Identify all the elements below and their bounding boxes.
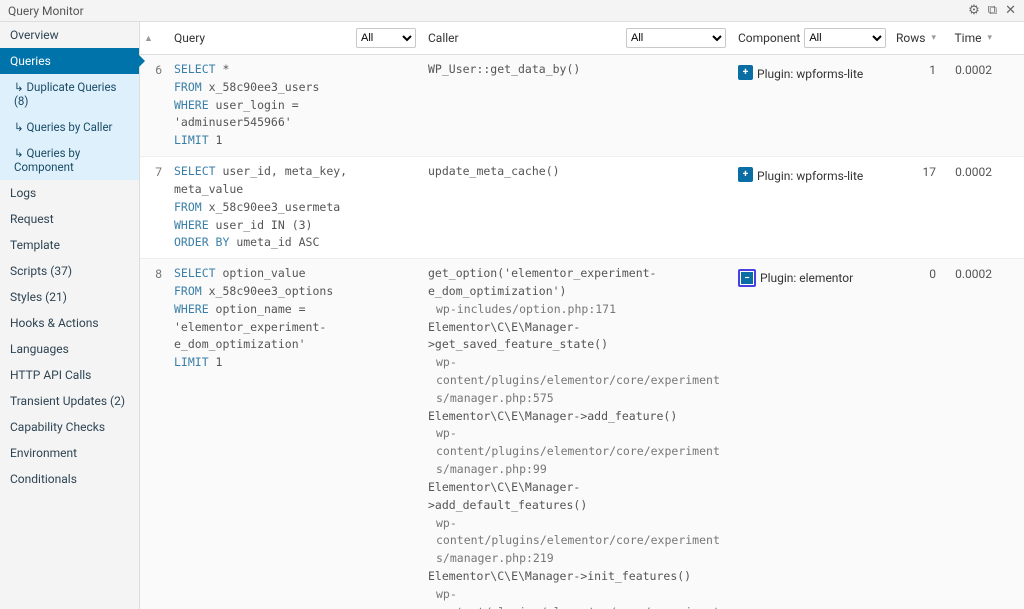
component-label: Plugin: wpforms-lite xyxy=(757,61,863,81)
caller-header-label: Caller xyxy=(428,31,459,45)
sidebar-item[interactable]: Conditionals xyxy=(0,466,139,492)
sidebar-item[interactable]: Environment xyxy=(0,440,139,466)
row-number: 8 xyxy=(140,259,168,609)
query-cell: SELECT user_id, meta_key, meta_valueFROM… xyxy=(168,157,422,258)
component-header-label: Component xyxy=(738,31,800,45)
sidebar-item[interactable]: Hooks & Actions xyxy=(0,310,139,336)
query-cell: SELECT *FROM x_58c90ee3_usersWHERE user_… xyxy=(168,55,422,156)
expand-icon[interactable]: + xyxy=(738,65,753,80)
collapse-icon[interactable]: − xyxy=(738,269,756,287)
component-cell: + Plugin: wpforms-lite xyxy=(732,55,892,156)
component-label: Plugin: elementor xyxy=(760,265,853,285)
sidebar-item[interactable]: Scripts (37) xyxy=(0,258,139,284)
column-header-time[interactable]: Time ▾ xyxy=(940,22,1000,54)
time-cell: 0.0002 xyxy=(940,259,1000,609)
sidebar-item[interactable]: ↳ Duplicate Queries (8) xyxy=(0,74,139,114)
sidebar-item[interactable]: Template xyxy=(0,232,139,258)
sidebar-item[interactable]: Logs xyxy=(0,180,139,206)
row-number: 6 xyxy=(140,55,168,156)
sort-icon: ▾ xyxy=(987,33,992,43)
time-cell: 0.0002 xyxy=(940,55,1000,156)
sidebar-item[interactable]: ↳ Queries by Caller xyxy=(0,114,139,140)
column-header-query: Query All xyxy=(168,22,422,54)
column-header-caller: Caller All xyxy=(422,22,732,54)
sidebar-item[interactable]: HTTP API Calls xyxy=(0,362,139,388)
content-area: ▲ Query All Caller All Component All xyxy=(140,22,1024,609)
sidebar-item[interactable]: Capability Checks xyxy=(0,414,139,440)
sort-asc-icon: ▲ xyxy=(144,33,153,44)
time-header-label: Time xyxy=(955,31,982,45)
column-header-rows[interactable]: Rows ▾ xyxy=(892,22,940,54)
sidebar-item[interactable]: Styles (21) xyxy=(0,284,139,310)
titlebar: Query Monitor ⚙ ⧉ ✕ xyxy=(0,0,1024,22)
component-cell: −Plugin: elementor xyxy=(732,259,892,609)
caller-cell: get_option('elementor_experiment-e_dom_o… xyxy=(422,259,732,609)
sidebar-item[interactable]: ↳ Queries by Component xyxy=(0,140,139,180)
caller-cell: WP_User::get_data_by() xyxy=(422,55,732,156)
close-icon[interactable]: ✕ xyxy=(1005,3,1016,18)
rows-header-label: Rows xyxy=(896,31,925,45)
table-row: 7SELECT user_id, meta_key, meta_valueFRO… xyxy=(140,157,1024,259)
expand-icon[interactable]: ⧉ xyxy=(988,3,997,18)
sidebar-item[interactable]: Overview xyxy=(0,22,139,48)
sidebar-item[interactable]: Languages xyxy=(0,336,139,362)
sidebar-item[interactable]: Request xyxy=(0,206,139,232)
rows-cell: 17 xyxy=(892,157,940,258)
rows-cell: 0 xyxy=(892,259,940,609)
window-controls: ⚙ ⧉ ✕ xyxy=(968,3,1016,18)
query-filter-select[interactable]: All xyxy=(356,28,416,48)
table-header-row: ▲ Query All Caller All Component All xyxy=(140,22,1024,55)
table-row: 6SELECT *FROM x_58c90ee3_usersWHERE user… xyxy=(140,55,1024,157)
sidebar-item[interactable]: Queries xyxy=(0,48,139,74)
table-row: 8SELECT option_valueFROM x_58c90ee3_opti… xyxy=(140,259,1024,609)
query-header-label: Query xyxy=(174,31,205,45)
sidebar-item[interactable]: Transient Updates (2) xyxy=(0,388,139,414)
sort-icon: ▾ xyxy=(931,33,936,43)
sidebar: OverviewQueries↳ Duplicate Queries (8)↳ … xyxy=(0,22,140,609)
gear-icon[interactable]: ⚙ xyxy=(968,3,980,18)
query-cell: SELECT option_valueFROM x_58c90ee3_optio… xyxy=(168,259,422,609)
rows-cell: 1 xyxy=(892,55,940,156)
app-title: Query Monitor xyxy=(8,4,84,18)
expand-icon[interactable]: + xyxy=(738,167,753,182)
caller-filter-select[interactable]: All xyxy=(626,28,726,48)
component-label: Plugin: wpforms-lite xyxy=(757,163,863,183)
component-cell: + Plugin: wpforms-lite xyxy=(732,157,892,258)
component-filter-select[interactable]: All xyxy=(804,28,886,48)
column-header-num[interactable]: ▲ xyxy=(140,22,168,54)
caller-cell: update_meta_cache() xyxy=(422,157,732,258)
column-header-component: Component All xyxy=(732,22,892,54)
row-number: 7 xyxy=(140,157,168,258)
time-cell: 0.0002 xyxy=(940,157,1000,258)
